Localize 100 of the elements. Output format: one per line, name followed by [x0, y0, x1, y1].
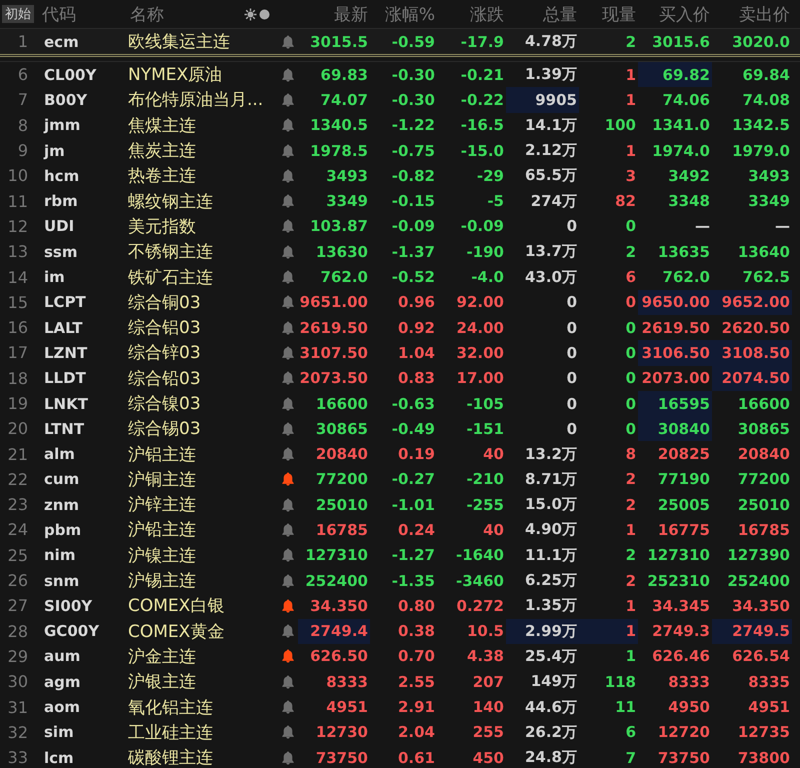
row-number: 16: [6, 317, 29, 340]
row-number: 15: [6, 292, 29, 314]
row-number: 12: [6, 216, 29, 238]
symbol-code: SI00Y: [43, 596, 94, 617]
symbol-name: 沪铅主连: [127, 519, 197, 542]
change-percent: 0.83: [396, 368, 436, 390]
ask-price: 25010: [736, 494, 791, 516]
symbol-name: 沪铜主连: [127, 468, 197, 492]
volume: 9905: [506, 87, 579, 113]
last-price: 73750: [314, 748, 369, 768]
change-percent: 0.24: [396, 520, 436, 541]
last-price: 34.350: [309, 596, 369, 617]
change-percent: 1.04: [396, 342, 436, 364]
change: -29: [476, 166, 505, 187]
column-header[interactable]: 涨跌: [470, 2, 504, 26]
column-header[interactable]: 卖出价: [739, 2, 790, 26]
change-percent: -0.63: [390, 394, 436, 414]
ask-price: 20840: [736, 444, 791, 466]
bid-price: 127310: [646, 545, 711, 566]
tick-volume: 2: [624, 570, 637, 592]
volume: 4.90万: [524, 519, 578, 540]
symbol-code: LZNT: [43, 342, 88, 364]
symbol-name: 综合锌03: [127, 342, 202, 366]
change: -0.21: [460, 64, 505, 86]
volume: 15.0万: [524, 494, 578, 516]
ask-price: 13640: [736, 242, 791, 263]
row-number: 33: [6, 747, 29, 768]
symbol-code: ssm: [43, 242, 78, 263]
last-price: 4951: [325, 697, 369, 718]
volume: 14.1万: [524, 114, 578, 136]
row-number: 29: [6, 646, 29, 668]
last-price: 3493: [325, 166, 369, 187]
change-percent: -0.75: [390, 140, 436, 162]
change: -4.0: [470, 267, 505, 288]
preset-button[interactable]: 初始: [2, 5, 34, 23]
volume: 0: [566, 292, 578, 314]
change-percent: -0.27: [390, 469, 436, 490]
change-percent: 0.38: [396, 621, 436, 642]
volume: 2.12万: [524, 140, 578, 162]
tick-volume: 0: [624, 292, 637, 314]
tick-volume: 6: [624, 722, 637, 744]
volume: 26.2万: [524, 722, 578, 743]
row-number: 20: [6, 418, 29, 440]
last-price: 25010: [314, 494, 369, 516]
bid-price: 1974.0: [651, 140, 711, 162]
row-number: 1: [16, 31, 29, 53]
change: -1640: [455, 545, 505, 566]
row-number: 27: [6, 595, 29, 618]
symbol-name: 螺纹钢主连: [127, 190, 214, 214]
change: -210: [465, 469, 505, 490]
change: 92.00: [456, 292, 505, 314]
symbol-name: 沪金主连: [127, 646, 197, 669]
symbol-code: ecm: [43, 32, 80, 52]
symbol-code: nim: [43, 545, 76, 566]
column-header[interactable]: 最新: [334, 2, 368, 26]
last-price: 13630: [314, 242, 369, 263]
column-header[interactable]: 代码: [42, 2, 76, 26]
column-header[interactable]: 涨幅%: [384, 2, 435, 26]
symbol-code: znm: [43, 494, 80, 516]
volume: 25.4万: [524, 646, 578, 667]
bid-price: 16775: [656, 520, 711, 541]
change-percent: -0.09: [390, 216, 436, 238]
row-number: 6: [16, 64, 29, 86]
change-percent: -0.30: [390, 90, 436, 111]
symbol-name: 铁矿石主连: [127, 266, 214, 290]
change: 4.38: [466, 646, 505, 668]
ask-price: 8335: [747, 672, 791, 693]
change: 40: [482, 444, 505, 466]
row-number: 13: [6, 241, 29, 264]
row-number: 8: [16, 114, 29, 137]
change-percent: -1.01: [390, 494, 436, 516]
volume: 0: [566, 418, 578, 440]
change-percent: 0.19: [396, 444, 436, 466]
column-header[interactable]: 名称: [130, 2, 164, 26]
row-number: 30: [6, 671, 29, 694]
ask-price: 12735: [736, 722, 791, 744]
volume: 0: [566, 318, 578, 339]
column-header[interactable]: 买入价: [659, 2, 710, 26]
tick-volume: 11: [614, 697, 637, 718]
tick-volume: 2: [624, 494, 637, 516]
symbol-code: cum: [43, 469, 80, 490]
column-header[interactable]: 现量: [602, 2, 636, 26]
tick-volume: 3: [624, 166, 637, 187]
volume: 1.35万: [524, 595, 578, 616]
symbol-name: 沪银主连: [127, 671, 197, 694]
symbol-name: 碳酸锂主连: [127, 747, 214, 768]
tick-volume: 0: [624, 342, 637, 364]
change: -3460: [455, 570, 505, 592]
bid-price: 25005: [656, 494, 711, 516]
change-percent: -0.52: [390, 267, 436, 288]
last-price: 1340.5: [309, 115, 369, 136]
ask-price: —: [774, 216, 791, 238]
change: 0.272: [456, 596, 505, 617]
last-price: 74.07: [320, 90, 369, 111]
tick-volume: 0: [624, 418, 637, 440]
column-header[interactable]: 总量: [543, 2, 577, 26]
last-price: 16785: [314, 520, 369, 541]
last-price: 626.50: [309, 646, 369, 668]
symbol-name: 布伦特原油当月...: [127, 89, 264, 112]
tick-volume: 1: [624, 64, 637, 86]
